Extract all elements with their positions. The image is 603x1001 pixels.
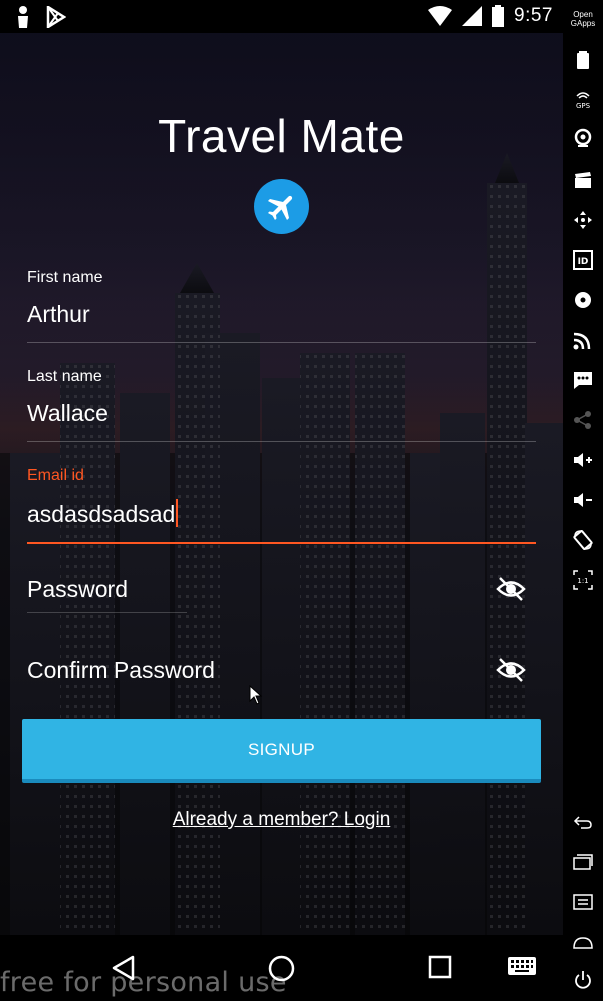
email-label: Email id (27, 467, 84, 484)
eye-off-icon[interactable] (496, 657, 526, 683)
last-name-input[interactable]: Wallace (27, 400, 536, 427)
signup-screen: Travel Mate First name Arthur Last name … (0, 33, 563, 935)
disk-icon[interactable] (573, 290, 593, 310)
email-value: asdasdsadsad (27, 501, 176, 527)
gps-icon[interactable]: GPS (573, 90, 593, 110)
mouse-pointer-icon (249, 685, 263, 705)
volume-up-icon[interactable] (573, 450, 593, 470)
menu-icon[interactable] (573, 892, 593, 912)
email-underline (27, 542, 536, 544)
status-bar: 9:57 (0, 0, 563, 33)
id-icon[interactable]: ID (573, 250, 593, 270)
move-icon[interactable] (573, 210, 593, 230)
person-icon (18, 6, 28, 28)
back-icon[interactable] (573, 812, 593, 832)
home-icon[interactable] (573, 932, 593, 952)
watermark-text: free for personal use (0, 967, 287, 998)
status-time: 9:57 (514, 5, 553, 26)
first-name-label: First name (27, 269, 103, 286)
wifi-icon (428, 6, 453, 26)
logo (254, 179, 309, 234)
battery-icon[interactable] (573, 50, 593, 70)
confirm-password-field[interactable]: Confirm Password (27, 657, 536, 697)
text-caret (176, 499, 179, 527)
last-name-label: Last name (27, 368, 102, 385)
emulator-side-toolbar: Open GApps GPS ID 1:1 (563, 0, 603, 1001)
camera-icon[interactable] (573, 128, 593, 148)
app-title: Travel Mate (158, 110, 405, 162)
password-input[interactable]: Password (27, 576, 536, 603)
email-field[interactable]: Email id asdasdsadsad (27, 467, 536, 544)
battery-icon (492, 5, 505, 27)
signup-button[interactable]: SIGNUP (22, 719, 541, 783)
clapper-icon[interactable] (573, 170, 593, 190)
volume-down-icon[interactable] (573, 490, 593, 510)
sms-icon[interactable] (573, 370, 593, 390)
password-field[interactable]: Password (27, 576, 536, 616)
share-icon[interactable] (573, 410, 593, 430)
signal-icon (462, 6, 483, 26)
svg-text:GPS: GPS (576, 102, 591, 110)
last-name-field[interactable]: Last name Wallace (27, 368, 536, 442)
eye-off-icon[interactable] (496, 576, 526, 602)
airplane-icon (267, 195, 292, 220)
email-input[interactable]: asdasdsadsad (27, 499, 536, 528)
device-screen: 9:57 Travel Mate First name Arthur Last … (0, 0, 603, 1001)
open-gapps-logo: Open GApps (570, 10, 596, 28)
recents-icon[interactable] (573, 852, 593, 872)
first-name-field[interactable]: First name Arthur (27, 269, 536, 343)
recents-icon[interactable] (428, 955, 452, 979)
first-name-input[interactable]: Arthur (27, 301, 536, 328)
power-icon[interactable] (573, 970, 593, 990)
svg-text:ID: ID (578, 257, 589, 267)
confirm-password-input[interactable]: Confirm Password (27, 657, 536, 684)
rotate-icon[interactable] (573, 530, 593, 550)
login-link[interactable]: Already a member? Login (0, 809, 563, 831)
scale-icon[interactable]: 1:1 (573, 570, 593, 590)
first-name-underline (27, 342, 536, 343)
last-name-underline (27, 441, 536, 442)
keyboard-icon[interactable] (508, 957, 536, 979)
password-underline (27, 612, 187, 613)
svg-text:1:1: 1:1 (577, 577, 588, 585)
play-store-icon (46, 6, 66, 28)
cast-icon[interactable] (573, 330, 593, 350)
